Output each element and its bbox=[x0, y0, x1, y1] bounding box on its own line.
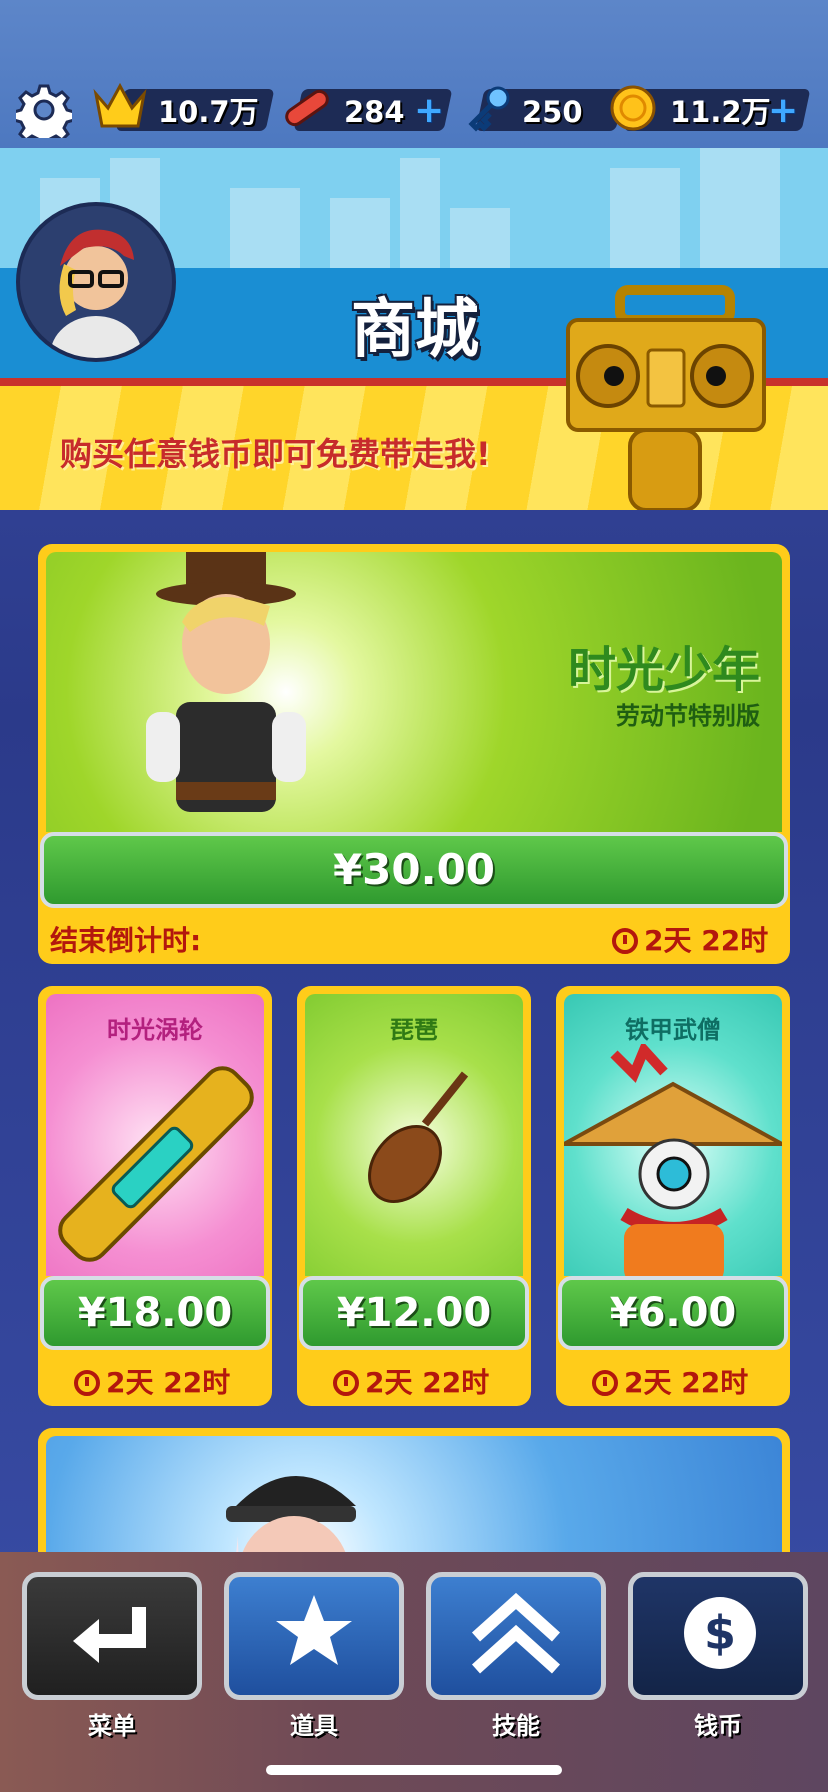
stopwatch-icon bbox=[74, 1370, 100, 1396]
item-countdown-value: 2天 22时 bbox=[365, 1366, 490, 1399]
star-icon bbox=[276, 1595, 352, 1665]
crown-icon bbox=[90, 80, 150, 132]
item-countdown: 2天 22时 bbox=[74, 1366, 230, 1400]
home-indicator[interactable] bbox=[266, 1765, 562, 1775]
nav-coins-label: 钱币 bbox=[694, 1712, 742, 1740]
hoverboard-count: 284 bbox=[344, 95, 405, 129]
item-title: 铁甲武僧 bbox=[625, 1016, 721, 1044]
coins-plus-button[interactable]: + bbox=[768, 93, 798, 129]
item-price-button[interactable]: ¥6.00 bbox=[558, 1276, 788, 1350]
double-chevron-up-icon bbox=[471, 1592, 561, 1674]
stopwatch-icon bbox=[592, 1370, 618, 1396]
item-title: 琵琶 bbox=[390, 1016, 438, 1044]
nav-upgrades-button[interactable] bbox=[426, 1572, 606, 1700]
stopwatch-icon bbox=[333, 1370, 359, 1396]
countdown-label: 结束倒计时: bbox=[50, 924, 202, 957]
gear-icon[interactable] bbox=[12, 82, 76, 148]
nav-menu-label: 菜单 bbox=[88, 1712, 136, 1740]
nav-powerups-button[interactable] bbox=[224, 1572, 404, 1700]
promo-text: 购买任意钱币即可免费带走我! bbox=[60, 435, 491, 473]
nav-coins-button[interactable]: $ bbox=[628, 1572, 808, 1700]
stopwatch-icon bbox=[612, 928, 638, 954]
coin-icon bbox=[608, 83, 658, 133]
nav-powerups-label: 道具 bbox=[290, 1712, 338, 1740]
item-countdown-value: 2天 22时 bbox=[624, 1366, 749, 1399]
key-icon bbox=[462, 82, 514, 134]
hoverboard-plus-button[interactable]: + bbox=[414, 93, 444, 129]
item-title: 时光涡轮 bbox=[107, 1016, 203, 1044]
keys-count: 250 bbox=[522, 95, 583, 129]
nav-menu-button[interactable] bbox=[22, 1572, 202, 1700]
item-countdown: 2天 22时 bbox=[333, 1366, 489, 1400]
featured-countdown: 2天 22时 bbox=[612, 924, 768, 958]
player-avatar[interactable] bbox=[16, 202, 176, 362]
coins-count: 11.2万 bbox=[670, 95, 771, 129]
score-value: 10.7万 bbox=[158, 95, 259, 129]
featured-offer-subtitle: 劳动节特别版 bbox=[616, 702, 760, 730]
dollar-coin-icon: $ bbox=[684, 1597, 756, 1669]
item-countdown-value: 2天 22时 bbox=[106, 1366, 231, 1399]
nav-upgrades-label: 技能 bbox=[492, 1712, 540, 1740]
item-price-button[interactable]: ¥12.00 bbox=[299, 1276, 529, 1350]
return-arrow-icon bbox=[73, 1607, 146, 1663]
featured-price-button[interactable]: ¥30.00 bbox=[40, 832, 788, 908]
item-countdown: 2天 22时 bbox=[592, 1366, 748, 1400]
featured-offer-title: 时光少年 bbox=[567, 642, 760, 698]
page-title: 商城 bbox=[351, 293, 479, 367]
boombox-mascot-image bbox=[560, 280, 770, 512]
hoverboard-icon bbox=[278, 82, 336, 134]
item-price-button[interactable]: ¥18.00 bbox=[40, 1276, 270, 1350]
svg-text:$: $ bbox=[704, 1606, 736, 1660]
featured-countdown-value: 2天 22时 bbox=[644, 924, 769, 957]
